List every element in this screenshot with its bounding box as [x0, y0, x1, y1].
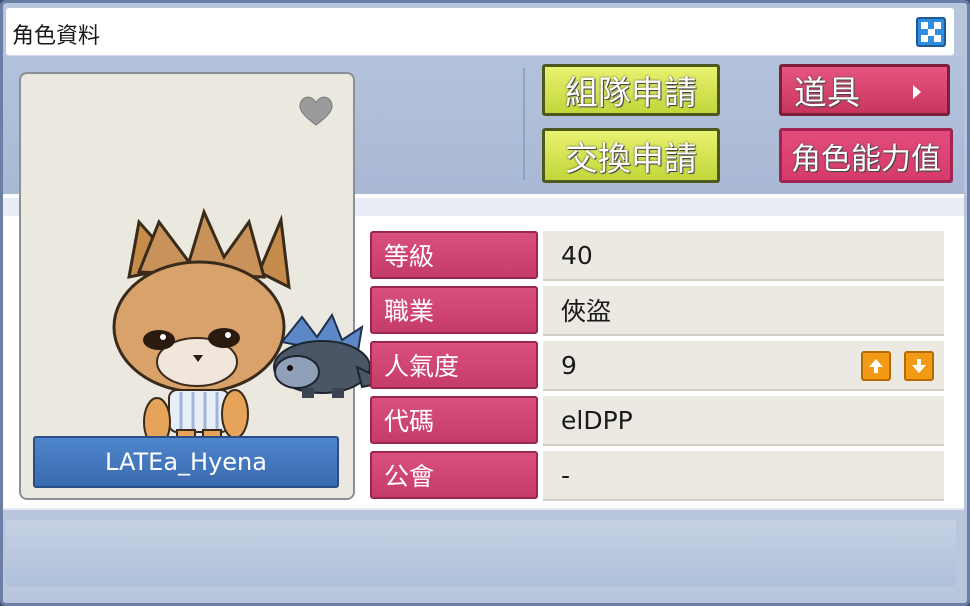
- fame-down-button[interactable]: [904, 351, 934, 381]
- arrow-up-icon: [869, 359, 883, 373]
- stat-value-level: 40: [543, 231, 944, 281]
- trade-request-button[interactable]: 交換申請: [542, 128, 720, 183]
- arrow-right-icon: [913, 85, 921, 99]
- stat-value-code: elDPP: [543, 396, 944, 446]
- window-title: 角色資料: [12, 24, 101, 49]
- bottom-bar-inner: [6, 520, 956, 586]
- close-icon[interactable]: [916, 17, 946, 47]
- stat-label-code: 代碼: [370, 396, 538, 444]
- stat-value-guild: -: [543, 451, 944, 501]
- toolbar-divider: [523, 68, 525, 180]
- character-stats-button[interactable]: 角色能力值: [779, 128, 953, 183]
- heart-icon[interactable]: [297, 95, 335, 127]
- fame-up-button[interactable]: [861, 351, 891, 381]
- character-name-plate: LATEa_Hyena: [33, 436, 339, 488]
- stat-value-job: 俠盜: [543, 286, 944, 336]
- party-request-button[interactable]: 組隊申請: [542, 64, 720, 116]
- stat-label-level: 等級: [370, 231, 538, 279]
- stat-label-guild: 公會: [370, 451, 538, 499]
- title-bar[interactable]: 角色資料: [6, 8, 954, 56]
- arrow-down-icon: [912, 359, 926, 373]
- character-name: LATEa_Hyena: [105, 448, 267, 476]
- stat-label-fame: 人氣度: [370, 341, 538, 389]
- stat-label-job: 職業: [370, 286, 538, 334]
- items-button-label: 道具: [794, 73, 860, 112]
- items-button[interactable]: 道具: [779, 64, 950, 116]
